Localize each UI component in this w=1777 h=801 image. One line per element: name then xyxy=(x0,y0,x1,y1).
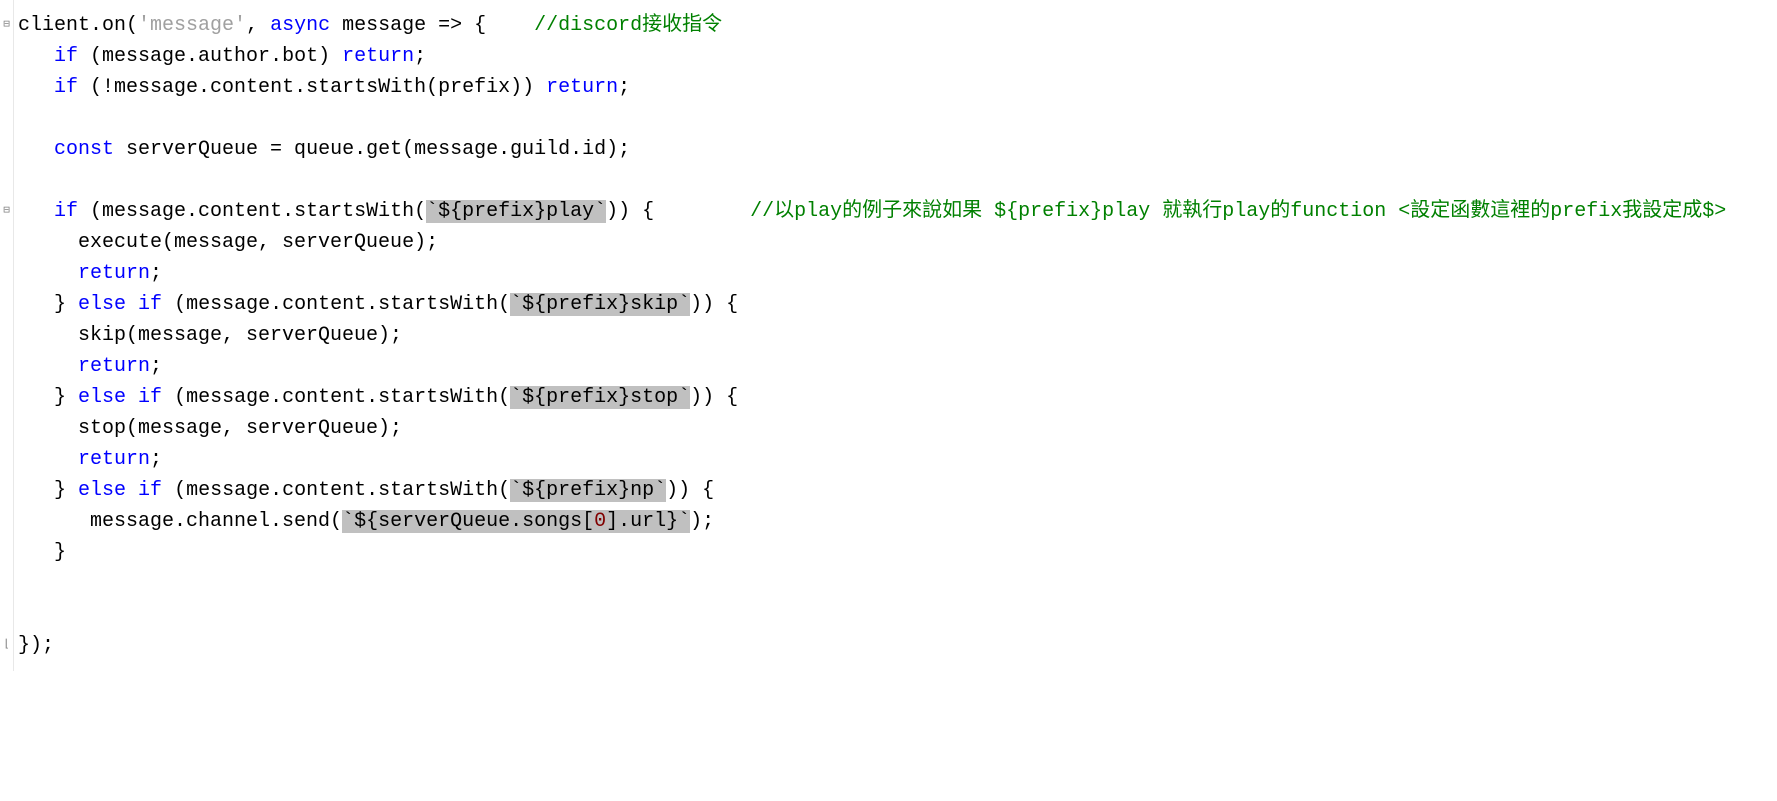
code-line[interactable]: return; xyxy=(18,258,1773,289)
keyword-if: if xyxy=(54,200,78,223)
keyword-return: return xyxy=(78,448,150,471)
code-line[interactable]: skip(message, serverQueue); xyxy=(18,320,1773,351)
fold-spacer xyxy=(0,165,13,196)
template-literal: `${prefix}play` xyxy=(426,200,606,223)
code-line[interactable]: }); xyxy=(18,630,1773,661)
keyword-return: return xyxy=(546,76,618,99)
code-line[interactable]: return; xyxy=(18,351,1773,382)
fold-spacer xyxy=(0,41,13,72)
keyword-return: return xyxy=(342,45,414,68)
keyword-async: async xyxy=(270,14,330,37)
code-line[interactable]: } else if (message.content.startsWith(`$… xyxy=(18,475,1773,506)
fold-spacer xyxy=(0,227,13,258)
code-line[interactable]: } xyxy=(18,537,1773,568)
fold-spacer xyxy=(0,134,13,165)
code-editor-content[interactable]: client.on('message', async message => { … xyxy=(14,0,1777,671)
fold-spacer xyxy=(0,258,13,289)
keyword-if: if xyxy=(138,293,162,316)
fold-spacer xyxy=(0,103,13,134)
fold-spacer xyxy=(0,351,13,382)
keyword-else: else xyxy=(78,293,126,316)
fold-spacer xyxy=(0,568,13,599)
code-line[interactable]: } else if (message.content.startsWith(`$… xyxy=(18,382,1773,413)
fold-marker-end: ⌊ xyxy=(0,630,13,661)
keyword-return: return xyxy=(78,355,150,378)
code-line[interactable]: if (message.author.bot) return; xyxy=(18,41,1773,72)
template-literal: `${serverQueue.songs[ xyxy=(342,510,594,533)
string-literal: 'message' xyxy=(138,14,246,37)
keyword-if: if xyxy=(138,386,162,409)
fold-spacer xyxy=(0,320,13,351)
code-line[interactable]: if (!message.content.startsWith(prefix))… xyxy=(18,72,1773,103)
comment: //discord接收指令 xyxy=(534,14,722,37)
code-line[interactable]: } else if (message.content.startsWith(`$… xyxy=(18,289,1773,320)
keyword-else: else xyxy=(78,479,126,502)
fold-spacer xyxy=(0,444,13,475)
code-line[interactable]: execute(message, serverQueue); xyxy=(18,227,1773,258)
fold-spacer xyxy=(0,72,13,103)
fold-spacer xyxy=(0,382,13,413)
code-line[interactable]: stop(message, serverQueue); xyxy=(18,413,1773,444)
fold-marker-if[interactable]: ⊟ xyxy=(0,196,13,227)
fold-marker-top[interactable]: ⊟ xyxy=(0,10,13,41)
code-line[interactable]: if (message.content.startsWith(`${prefix… xyxy=(18,196,1773,227)
keyword-else: else xyxy=(78,386,126,409)
keyword-const: const xyxy=(54,138,114,161)
editor-gutter: ⊟ ⊟ ⌊ xyxy=(0,0,14,671)
code-line[interactable] xyxy=(18,165,1773,196)
fold-spacer xyxy=(0,506,13,537)
code-line[interactable]: return; xyxy=(18,444,1773,475)
code-line[interactable] xyxy=(18,103,1773,134)
fold-spacer xyxy=(0,599,13,630)
template-literal: `${prefix}np` xyxy=(510,479,666,502)
keyword-if: if xyxy=(54,45,78,68)
code-line[interactable] xyxy=(18,568,1773,599)
fold-spacer xyxy=(0,289,13,320)
keyword-if: if xyxy=(54,76,78,99)
comment: //以play的例子來說如果 ${prefix}play 就執行play的fun… xyxy=(750,200,1726,223)
keyword-if: if xyxy=(138,479,162,502)
fold-spacer xyxy=(0,413,13,444)
fold-spacer xyxy=(0,475,13,506)
code-line[interactable]: client.on('message', async message => { … xyxy=(18,10,1773,41)
code-line[interactable] xyxy=(18,599,1773,630)
template-literal: `${prefix}stop` xyxy=(510,386,690,409)
code-line[interactable]: message.channel.send(`${serverQueue.song… xyxy=(18,506,1773,537)
code-line[interactable]: const serverQueue = queue.get(message.gu… xyxy=(18,134,1773,165)
fold-spacer xyxy=(0,537,13,568)
template-literal: `${prefix}skip` xyxy=(510,293,690,316)
template-literal: ].url}` xyxy=(606,510,690,533)
keyword-return: return xyxy=(78,262,150,285)
number-literal: 0 xyxy=(594,510,606,533)
